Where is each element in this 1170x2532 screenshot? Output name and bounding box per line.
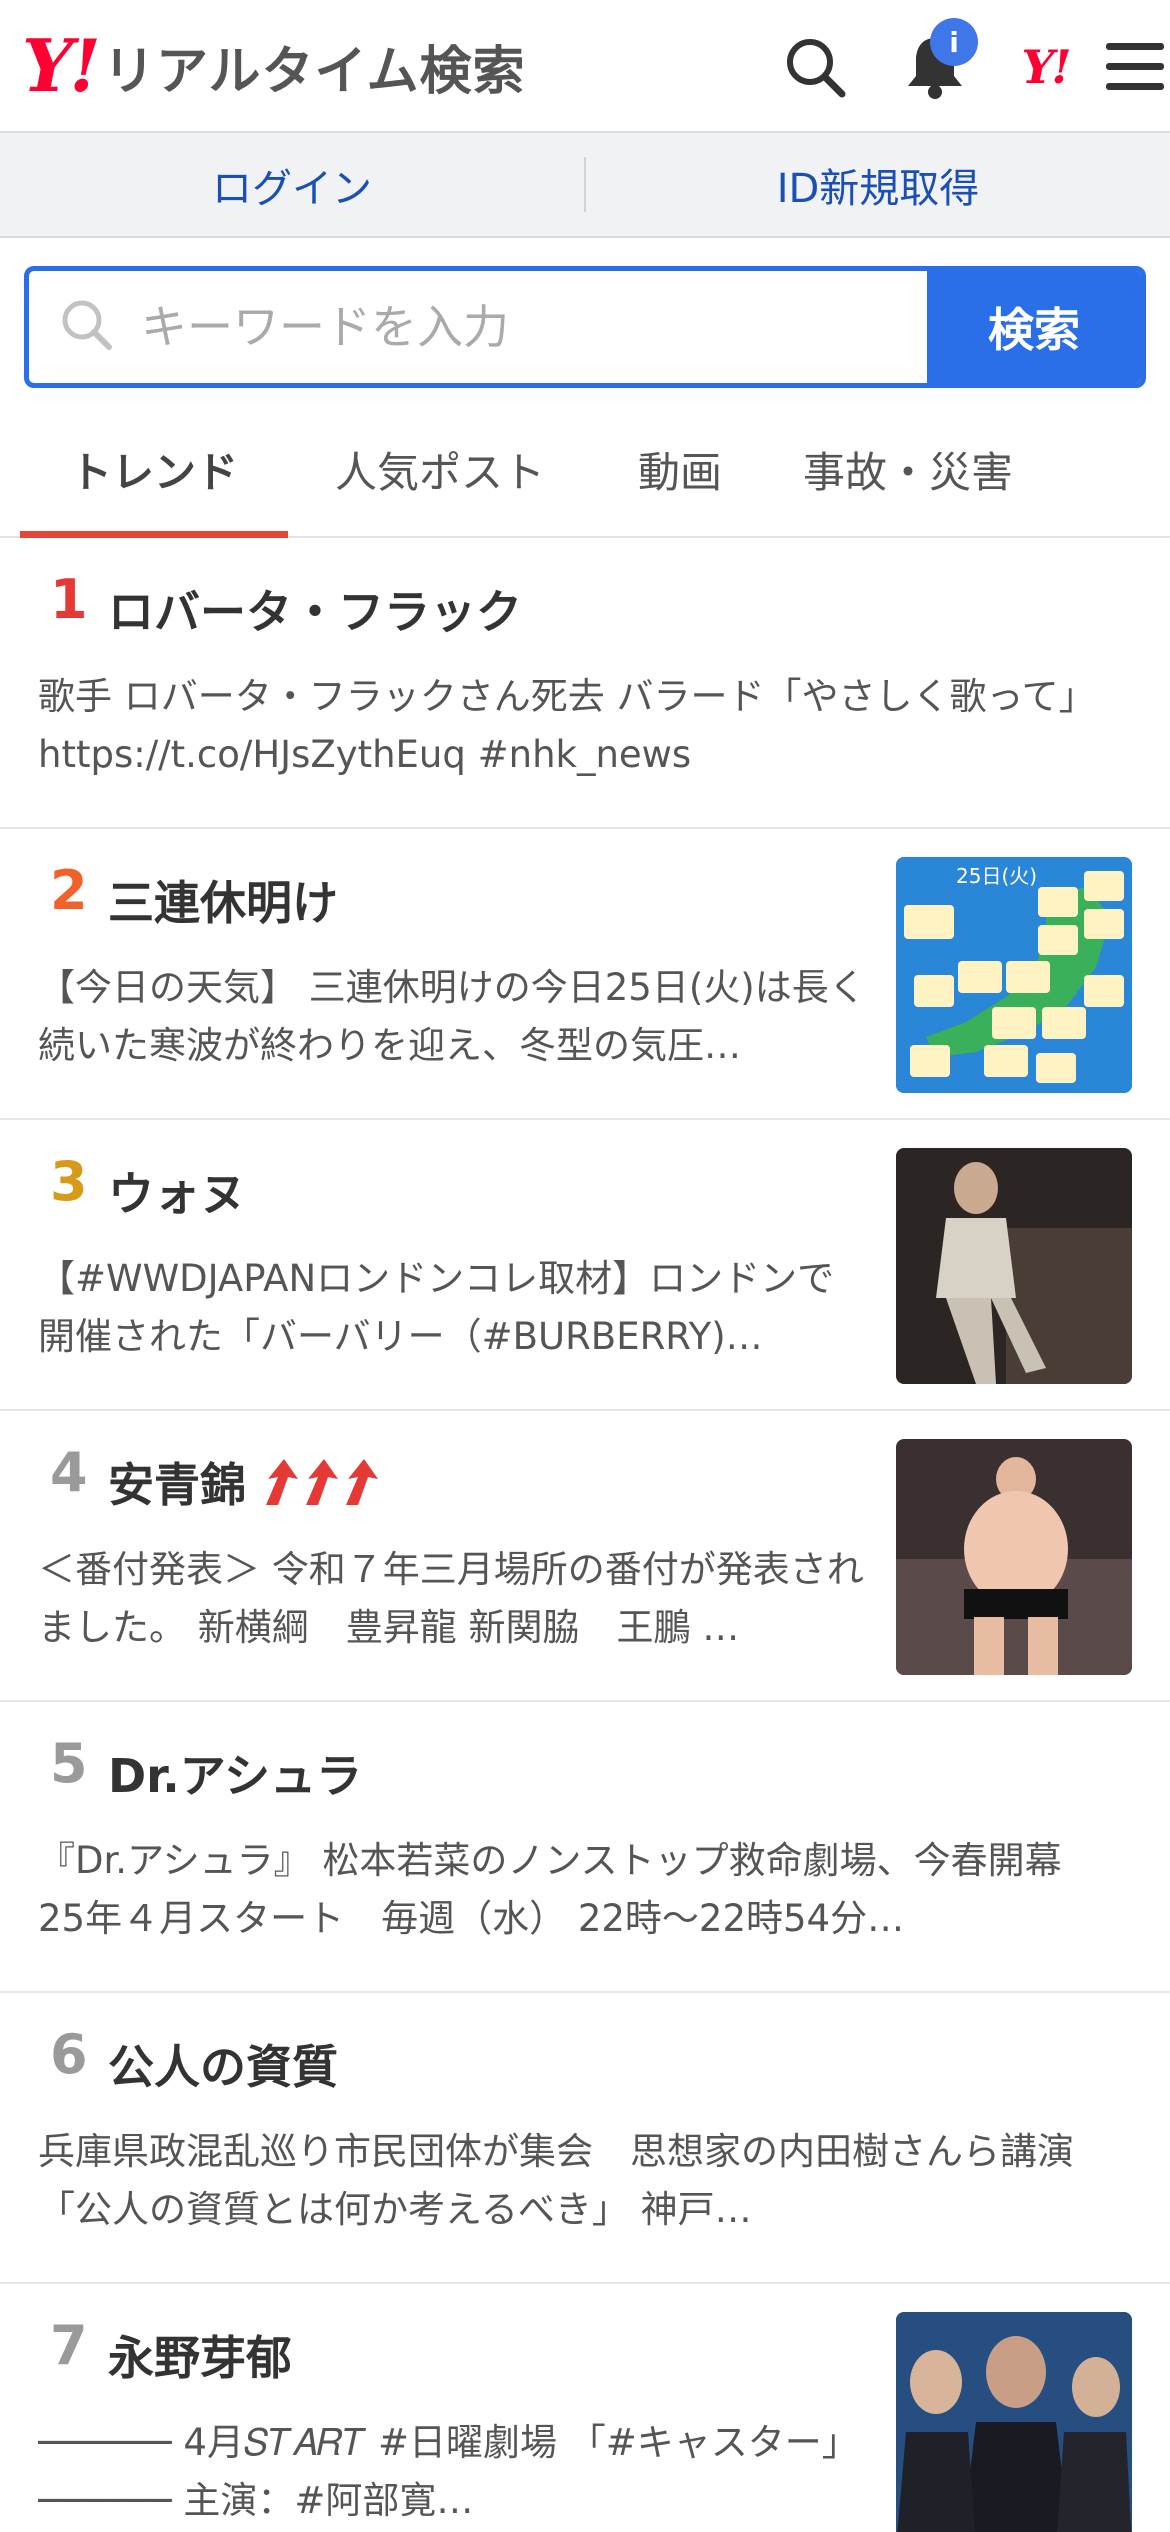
login-link[interactable]: ログイン: [0, 133, 584, 236]
trend-title: 公人の資質: [108, 2040, 338, 2094]
trend-rank: 4: [50, 1441, 88, 1504]
search-field-icon: [59, 297, 115, 357]
triple-up-arrow-icon: [260, 1457, 384, 1507]
trend-description: 【#WWDJAPANロンドンコレ取材】ロンドンで開催された「バーバリー（#BUR…: [38, 1257, 835, 1358]
tab-trend[interactable]: トレンド: [20, 402, 288, 538]
tab-videos[interactable]: 動画: [592, 402, 768, 536]
trend-title: 三連休明け: [108, 876, 338, 930]
search-button[interactable]: 検索: [927, 271, 1141, 383]
trend-title: Dr.アシュラ: [108, 1749, 362, 1803]
tab-accidents-disasters[interactable]: 事故・災害: [768, 402, 1048, 536]
yahoo-realtime-logo[interactable]: Y! リアルタイム検索: [22, 28, 525, 104]
trend-item[interactable]: 2 三連休明け 【今日の天気】 三連休明けの今日25日(火)は長く続いた寒波が終…: [0, 829, 1170, 1120]
yahoo-japan-icon[interactable]: Y!: [1000, 22, 1090, 112]
trend-rank: 3: [50, 1150, 88, 1213]
trend-item[interactable]: 6 公人の資質 兵庫県政混乱巡り市民団体が集会 思想家の内田樹さんら講演「公人の…: [0, 1993, 1170, 2284]
trend-rank: 6: [50, 2023, 88, 2086]
notification-bell-icon[interactable]: i: [890, 18, 980, 112]
yj-mark: Y!: [1021, 40, 1071, 94]
category-tabs: トレンド 人気ポスト 動画 事故・災害: [0, 402, 1170, 538]
trend-item[interactable]: 5 Dr.アシュラ 『Dr.アシュラ』 松本若菜のノンストップ救命劇場、今春開幕…: [0, 1702, 1170, 1993]
notification-badge: i: [930, 18, 978, 66]
hamburger-menu-icon[interactable]: [1090, 22, 1170, 112]
trend-description: 【今日の天気】 三連休明けの今日25日(火)は長く続いた寒波が終わりを迎え、冬型…: [38, 966, 866, 1067]
drama-photo-thumbnail[interactable]: [896, 2312, 1132, 2532]
trend-title: ロバータ・フラック: [108, 585, 522, 639]
logo-title: リアルタイム検索: [103, 41, 526, 102]
login-bar: ログイン ID新規取得: [0, 133, 1170, 238]
yahoo-logo-mark: Y!: [22, 23, 101, 108]
trend-description: 歌手 ロバータ・フラックさん死去 バラード「やさしく歌って」 https://t…: [38, 675, 1096, 776]
trend-item[interactable]: 3 ウォヌ 【#WWDJAPANロンドンコレ取材】ロンドンで開催された「バーバリ…: [0, 1120, 1170, 1411]
trend-description: 『Dr.アシュラ』 松本若菜のノンストップ救命劇場、今春開幕 25年４月スタート…: [38, 1839, 1062, 1940]
trend-rank: 1: [50, 568, 88, 631]
trend-item[interactable]: 1 ロバータ・フラック 歌手 ロバータ・フラックさん死去 バラード「やさしく歌っ…: [0, 538, 1170, 829]
trend-rank: 7: [50, 2314, 88, 2377]
weather-map-thumbnail[interactable]: 25日(火): [896, 857, 1132, 1093]
search-icon[interactable]: [770, 22, 860, 112]
search-input-area[interactable]: [29, 271, 927, 383]
register-link[interactable]: ID新規取得: [586, 133, 1170, 236]
fashion-photo-thumbnail[interactable]: [896, 1148, 1132, 1384]
tab-popular-posts[interactable]: 人気ポスト: [288, 402, 592, 536]
trend-rank: 2: [50, 859, 88, 922]
trend-item[interactable]: 4 安青錦 ＜番付発表＞ 令和７年三月場所の番付が発表されました。 新横綱 豊昇…: [0, 1411, 1170, 1702]
sumo-photo-thumbnail[interactable]: [896, 1439, 1132, 1675]
weather-date-label: 25日(火): [956, 864, 1037, 888]
search-input[interactable]: [139, 299, 839, 355]
trend-title: ウォヌ: [108, 1167, 246, 1221]
trend-title: 永野芽郁: [108, 2331, 292, 2385]
trend-title-text: 安青錦: [108, 1458, 246, 1512]
trend-item[interactable]: 7 永野芽郁 ────── 4月𝑆𝑇𝐴𝑅𝑇 #日曜劇場 「#キャスター」 ───…: [0, 2284, 1170, 2532]
search-box: 検索: [24, 266, 1146, 388]
app-header: Y! リアルタイム検索 i Y!: [0, 0, 1170, 133]
trend-description: ＜番付発表＞ 令和７年三月場所の番付が発表されました。 新横綱 豊昇龍 新関脇 …: [38, 1548, 864, 1649]
trend-title: 安青錦: [108, 1449, 384, 1515]
search-area: 検索: [0, 238, 1170, 388]
trend-rank: 5: [50, 1732, 88, 1795]
trend-description: ────── 4月𝑆𝑇𝐴𝑅𝑇 #日曜劇場 「#キャスター」 ────── 主演：…: [38, 2421, 859, 2522]
trend-list: 1 ロバータ・フラック 歌手 ロバータ・フラックさん死去 バラード「やさしく歌っ…: [0, 538, 1170, 2532]
trend-description: 兵庫県政混乱巡り市民団体が集会 思想家の内田樹さんら講演「公人の資質とは何か考え…: [38, 2130, 1074, 2231]
